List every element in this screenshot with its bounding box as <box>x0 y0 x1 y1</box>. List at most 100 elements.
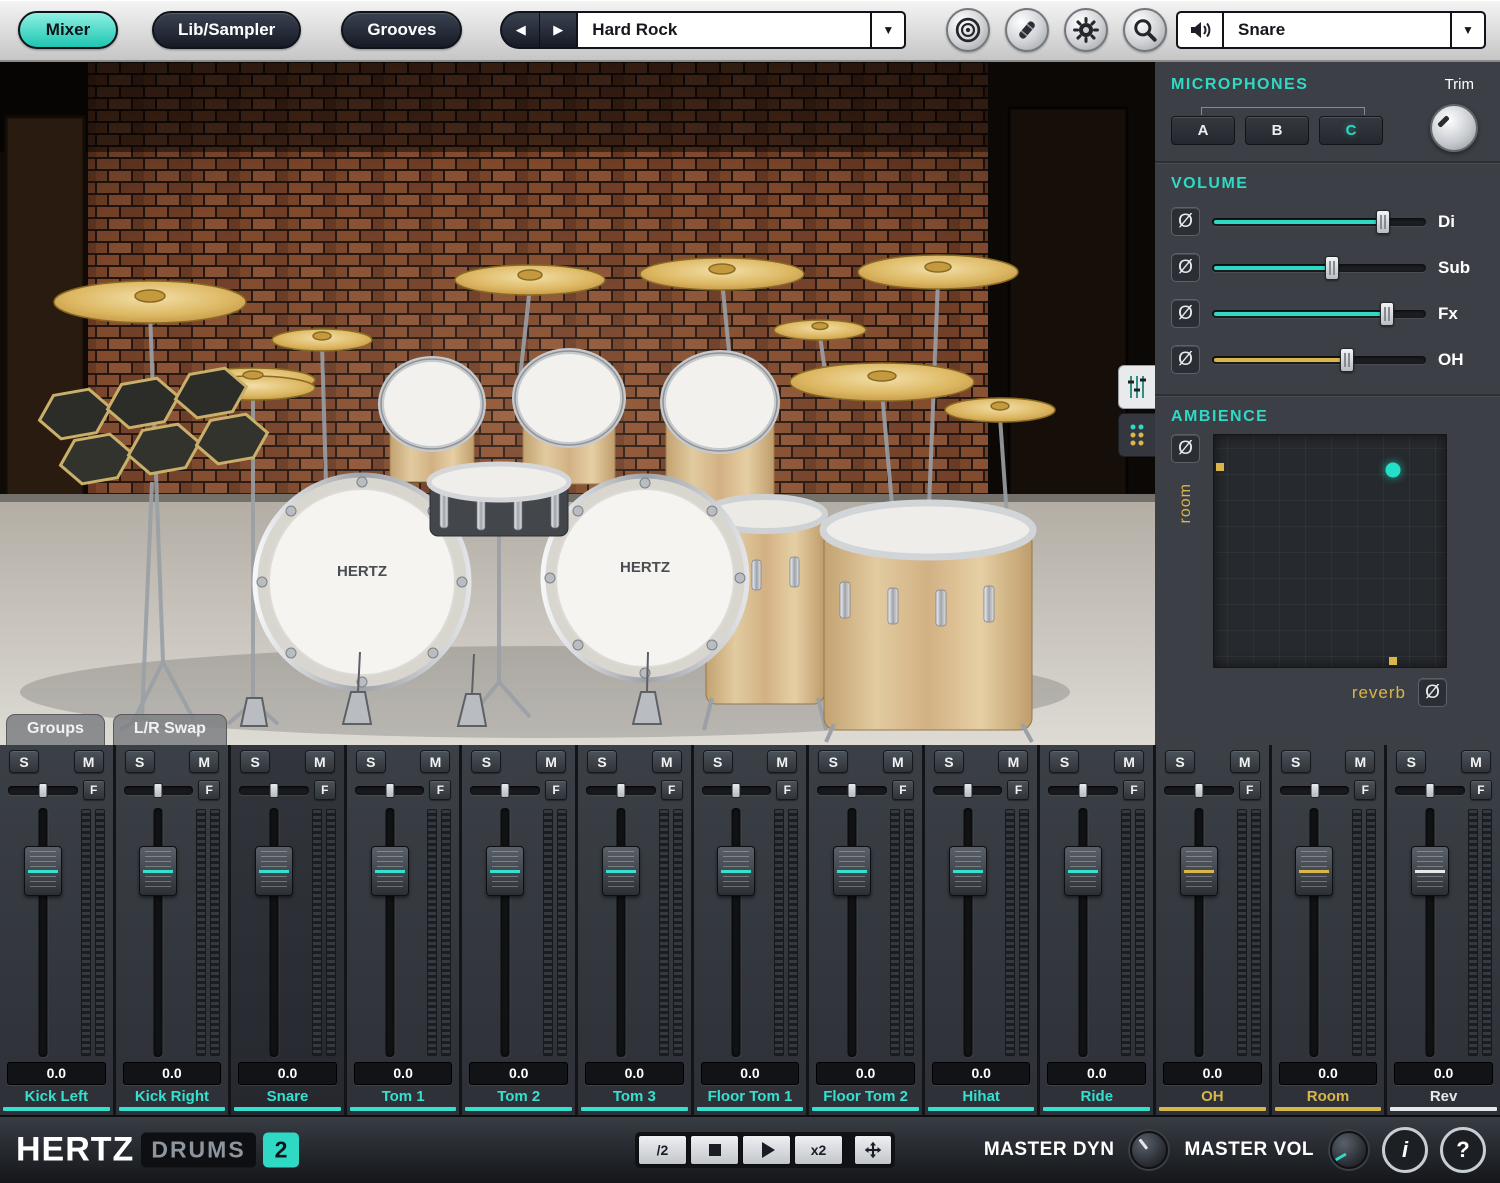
fader-handle[interactable] <box>948 846 987 896</box>
mute-button[interactable]: M <box>767 750 798 773</box>
channel-name[interactable]: Tom 3 <box>578 1085 691 1107</box>
channel-name[interactable]: Room <box>1272 1085 1385 1107</box>
mic-select-button[interactable]: A <box>1171 116 1235 145</box>
splash-cymbal-left[interactable] <box>271 328 373 352</box>
crash-cymbal-right[interactable] <box>857 254 1019 290</box>
solo-button[interactable]: S <box>1165 750 1196 773</box>
snare-drum[interactable] <box>426 461 572 537</box>
china-cymbal-right[interactable] <box>789 362 975 402</box>
volume-slider[interactable] <box>1212 209 1426 235</box>
fader-handle[interactable] <box>833 846 872 896</box>
double-tempo-button[interactable]: x2 <box>794 1135 843 1165</box>
channel-name[interactable]: Tom 1 <box>347 1085 460 1107</box>
pan-thumb[interactable] <box>385 782 395 798</box>
help-button[interactable]: ? <box>1440 1127 1486 1173</box>
pan-thumb[interactable] <box>269 782 279 798</box>
output-select[interactable]: Snare ▼ <box>1224 11 1486 49</box>
channel-name[interactable]: Kick Left <box>0 1085 113 1107</box>
tab-groups[interactable]: Groups <box>6 714 105 745</box>
preset-prev-button[interactable]: ◀ <box>502 13 539 47</box>
splash-cymbal-right[interactable] <box>944 397 1056 423</box>
pan-thumb[interactable] <box>1194 782 1204 798</box>
floor-tom-2[interactable] <box>819 499 1037 743</box>
fx-button[interactable]: F <box>1123 780 1146 800</box>
fx-button[interactable]: F <box>776 780 799 800</box>
volume-slider[interactable] <box>1212 301 1426 327</box>
solo-button[interactable]: S <box>818 750 849 773</box>
fx-button[interactable]: F <box>198 780 221 800</box>
pan-slider[interactable] <box>817 782 887 798</box>
channel-name[interactable]: Rev <box>1387 1085 1500 1107</box>
solo-button[interactable]: S <box>355 750 386 773</box>
mute-button[interactable]: M <box>1460 750 1491 773</box>
volume-slider[interactable] <box>1212 347 1426 373</box>
reverb-phase-button[interactable]: Ø <box>1418 678 1447 707</box>
mute-button[interactable]: M <box>998 750 1029 773</box>
phase-invert-button[interactable]: Ø <box>1171 207 1200 236</box>
channel-name[interactable]: OH <box>1156 1085 1269 1107</box>
fader-handle[interactable] <box>486 846 525 896</box>
knobs-view-button[interactable] <box>1118 413 1155 457</box>
fader-handle[interactable] <box>255 846 293 896</box>
mute-button[interactable]: M <box>304 750 335 773</box>
pan-thumb[interactable] <box>731 782 741 798</box>
mute-button[interactable]: M <box>1229 750 1260 773</box>
phase-invert-button[interactable]: Ø <box>1171 345 1200 374</box>
channel-name[interactable]: Tom 2 <box>462 1085 575 1107</box>
solo-button[interactable]: S <box>124 750 155 773</box>
lib-sampler-tab-button[interactable]: Lib/Sampler <box>152 11 302 49</box>
fx-button[interactable]: F <box>1469 780 1492 800</box>
solo-button[interactable]: S <box>587 750 618 773</box>
pan-thumb[interactable] <box>1310 782 1319 798</box>
fader-handle[interactable] <box>717 846 756 896</box>
pan-thumb[interactable] <box>963 782 973 798</box>
master-vol-knob[interactable] <box>1330 1131 1368 1169</box>
pan-thumb[interactable] <box>500 782 510 798</box>
fx-button[interactable]: F <box>82 780 105 800</box>
shaker-button[interactable] <box>1005 8 1050 52</box>
tab-lr-swap[interactable]: L/R Swap <box>112 714 227 745</box>
solo-button[interactable]: S <box>933 750 964 773</box>
pan-slider[interactable] <box>354 782 425 798</box>
slider-thumb[interactable] <box>1339 347 1354 372</box>
mute-button[interactable]: M <box>651 750 682 773</box>
solo-button[interactable]: S <box>1280 750 1311 773</box>
channel-name[interactable]: Snare <box>231 1085 344 1107</box>
pan-slider[interactable] <box>8 782 78 798</box>
solo-button[interactable]: S <box>471 750 502 773</box>
slider-thumb[interactable] <box>1324 255 1339 280</box>
pan-thumb[interactable] <box>616 782 626 798</box>
volume-slider[interactable] <box>1212 255 1426 281</box>
pan-slider[interactable] <box>1395 782 1465 798</box>
solo-button[interactable]: S <box>9 750 39 773</box>
channel-name[interactable]: Ride <box>1040 1085 1153 1107</box>
mute-button[interactable]: M <box>1345 750 1376 773</box>
pan-slider[interactable] <box>1164 782 1234 798</box>
mic-select-button[interactable]: C <box>1319 116 1383 145</box>
pan-thumb[interactable] <box>153 782 163 798</box>
slider-thumb[interactable] <box>1380 301 1395 326</box>
crash-cymbal-1[interactable] <box>454 264 606 296</box>
info-button[interactable]: i <box>1382 1127 1428 1173</box>
drag-groove-button[interactable] <box>854 1135 892 1165</box>
half-tempo-button[interactable]: /2 <box>638 1135 687 1165</box>
splash-cymbal-mid[interactable] <box>773 319 867 341</box>
output-speaker-button[interactable] <box>1176 11 1224 49</box>
mute-button[interactable]: M <box>536 750 567 773</box>
fader-handle[interactable] <box>139 846 178 896</box>
preset-next-button[interactable]: ▶ <box>539 13 576 47</box>
solo-button[interactable]: S <box>1396 750 1427 773</box>
fader-handle[interactable] <box>1411 846 1450 896</box>
ambience-xy-pad[interactable] <box>1213 434 1447 668</box>
channel-name[interactable]: Hihat <box>925 1085 1038 1107</box>
solo-button[interactable]: S <box>702 750 733 773</box>
solo-button[interactable]: S <box>240 750 271 773</box>
mixer-view-button[interactable] <box>1118 365 1155 409</box>
fader-handle[interactable] <box>370 846 409 896</box>
fader-handle[interactable] <box>1064 846 1103 896</box>
mute-button[interactable]: M <box>73 750 104 773</box>
pan-slider[interactable] <box>123 782 194 798</box>
pan-thumb[interactable] <box>38 782 48 798</box>
pan-thumb[interactable] <box>1078 782 1088 798</box>
crash-cymbal-2[interactable] <box>639 257 805 291</box>
